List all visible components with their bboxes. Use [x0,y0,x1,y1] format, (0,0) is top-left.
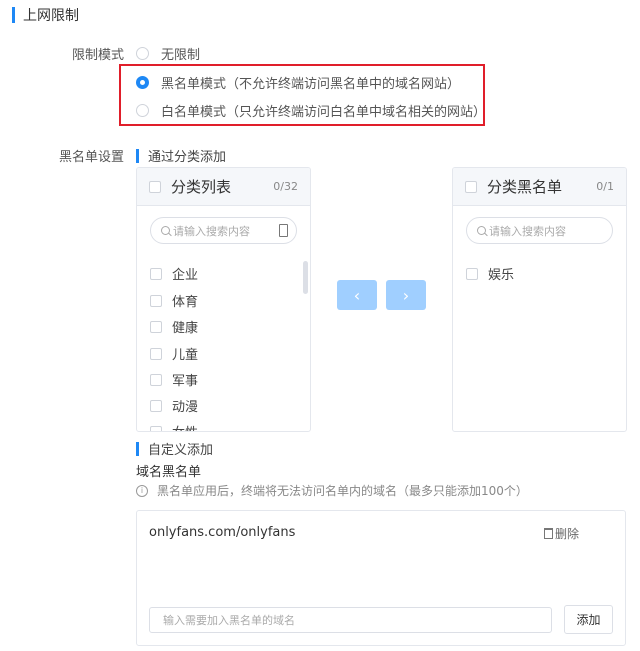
info-icon: i [136,484,148,497]
title-accent-bar [12,7,15,23]
panel-count: 0/32 [273,180,298,193]
move-right-button[interactable]: › [386,280,426,310]
panel-header: 分类列表 0/32 [137,168,310,206]
domain-entry: onlyfans.com/onlyfans [149,525,296,540]
chevron-left-icon: ‹ [353,285,361,305]
add-domain-button[interactable]: 添加 [564,605,613,634]
item-checkbox[interactable] [150,320,162,333]
item-label: 企业 [172,268,199,283]
chevron-right-icon: › [402,285,410,305]
select-all-checkbox[interactable] [149,180,161,193]
radio-no-limit[interactable]: 无限制 [136,44,200,63]
search-placeholder: 请输入搜索内容 [173,224,250,238]
search-icon [477,226,486,235]
list-item[interactable]: 健康 [150,317,198,336]
list-item[interactable]: 儿童 [150,344,198,363]
item-checkbox[interactable] [150,347,162,360]
item-checkbox[interactable] [150,399,162,412]
item-label: 儿童 [172,348,199,363]
hint-label: 黑名单应用后，终端将无法访问名单内的域名（最多只能添加100个） [157,484,528,498]
item-checkbox[interactable] [466,267,478,280]
item-label: 健康 [172,321,199,336]
trash-icon [543,528,553,539]
domain-input-placeholder: 输入需要加入黑名单的域名 [163,614,295,627]
item-label: 体育 [172,295,199,310]
item-label: 动漫 [172,400,199,415]
panel-count: 0/1 [596,180,614,193]
delete-label: 删除 [554,527,579,541]
custom-add-label: 自定义添加 [148,443,214,458]
hint-text: i 黑名单应用后，终端将无法访问名单内的域名（最多只能添加100个） [136,482,528,499]
category-add-title: 通过分类添加 [136,146,226,165]
subtitle-accent-bar [136,441,139,456]
page-title: 上网限制 [23,8,79,24]
list-item[interactable]: 体育 [150,291,198,310]
list-item[interactable]: 女性 [150,422,198,431]
list-item[interactable]: 军事 [150,370,198,389]
mode-label: 限制模式 [71,48,124,63]
list-item[interactable]: 动漫 [150,396,198,415]
item-checkbox[interactable] [150,425,162,431]
item-label: 女性 [172,422,198,431]
annotation-highlight-box [119,64,485,126]
list-item[interactable]: 企业 [150,264,198,283]
domain-list-box: onlyfans.com/onlyfans 删除 输入需要加入黑名单的域名 添加 [136,510,626,646]
blacklist-label: 黑名单设置 [58,150,124,165]
list-item[interactable]: 娱乐 [466,264,514,283]
search-placeholder: 请输入搜索内容 [489,224,566,238]
select-all-checkbox[interactable] [465,180,477,193]
radio-button[interactable] [136,47,149,60]
domain-blacklist-label: 域名黑名单 [136,465,202,480]
subtitle-accent-bar [136,148,139,163]
clipboard-icon[interactable] [279,224,288,237]
search-icon [161,226,170,235]
move-left-button[interactable]: ‹ [337,280,377,310]
item-label: 娱乐 [488,268,515,283]
panel-title: 分类列表 [171,178,232,196]
domain-input[interactable]: 输入需要加入黑名单的域名 [149,607,552,633]
item-checkbox[interactable] [150,373,162,386]
category-add-label: 通过分类添加 [148,150,227,165]
category-search-input[interactable]: 请输入搜索内容 [150,217,297,244]
category-list-panel: 分类列表 0/32 请输入搜索内容 企业 体育 健康 儿童 军事 动漫 女性 [136,167,311,432]
item-label: 军事 [172,374,199,389]
item-checkbox[interactable] [150,294,162,307]
category-blacklist-panel: 分类黑名单 0/1 请输入搜索内容 娱乐 [452,167,627,432]
custom-add-title: 自定义添加 [136,439,213,458]
scrollbar-thumb[interactable] [303,261,308,294]
section-title: 上网限制 [12,6,79,24]
panel-title: 分类黑名单 [487,178,563,196]
blacklist-search-input[interactable]: 请输入搜索内容 [466,217,613,244]
panel-header: 分类黑名单 0/1 [453,168,626,206]
radio-label: 无限制 [161,48,201,63]
item-checkbox[interactable] [150,267,162,280]
delete-domain-button[interactable]: 删除 [543,525,579,542]
